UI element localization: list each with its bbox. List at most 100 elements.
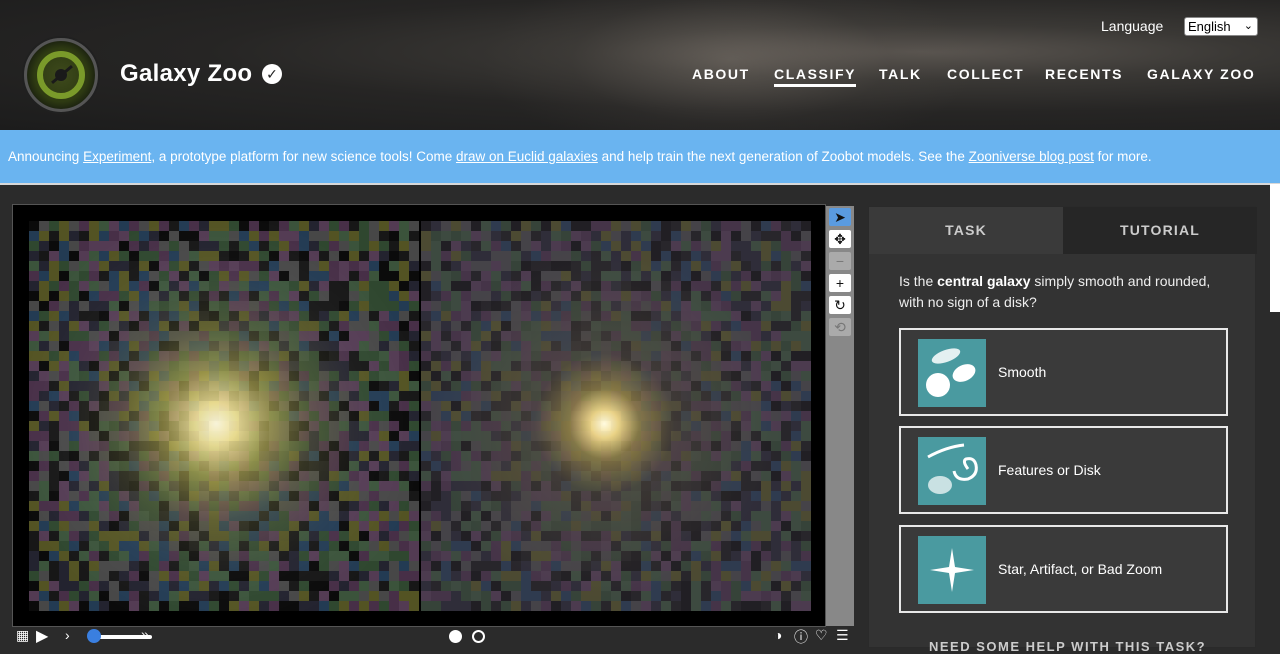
- reset-icon[interactable]: ⟲: [829, 318, 851, 336]
- noise-pixel: [349, 441, 359, 451]
- noise-pixel: [431, 571, 441, 581]
- noise-pixel: [69, 601, 79, 611]
- noise-pixel: [511, 381, 521, 391]
- noise-pixel: [551, 561, 561, 571]
- fast-forward-icon[interactable]: »: [141, 626, 149, 642]
- noise-pixel: [109, 561, 119, 571]
- noise-pixel: [199, 361, 209, 371]
- noise-pixel: [671, 371, 681, 381]
- noise-pixel: [149, 251, 159, 261]
- subject-viewer[interactable]: [12, 204, 826, 627]
- noise-pixel: [79, 391, 89, 401]
- noise-pixel: [89, 331, 99, 341]
- answer-features-button[interactable]: Features or Disk: [899, 426, 1228, 514]
- noise-pixel: [661, 481, 671, 491]
- noise-pixel: [671, 321, 681, 331]
- grid-icon[interactable]: ▦: [16, 627, 29, 644]
- blog-post-link[interactable]: Zooniverse blog post: [969, 149, 1094, 164]
- noise-pixel: [781, 421, 791, 431]
- noise-pixel: [681, 601, 691, 611]
- noise-pixel: [531, 251, 541, 261]
- banner-text-4: for more.: [1093, 149, 1152, 164]
- noise-pixel: [431, 271, 441, 281]
- noise-pixel: [269, 571, 279, 581]
- nav-recents[interactable]: RECENTS: [1045, 66, 1123, 82]
- nav-collect[interactable]: COLLECT: [947, 66, 1024, 82]
- experiment-link[interactable]: Experiment: [83, 149, 151, 164]
- noise-pixel: [691, 521, 701, 531]
- galaxy-zoo-logo[interactable]: [24, 38, 98, 112]
- nav-galaxy-zoo[interactable]: GALAXY ZOO: [1147, 66, 1255, 82]
- noise-pixel: [621, 261, 631, 271]
- project-title[interactable]: Galaxy Zoo: [120, 60, 252, 88]
- noise-pixel: [581, 441, 591, 451]
- noise-pixel: [711, 391, 721, 401]
- favorite-icon[interactable]: ♡: [815, 627, 828, 644]
- noise-pixel: [741, 591, 751, 601]
- need-help-link[interactable]: NEED SOME HELP WITH THIS TASK?: [929, 639, 1206, 654]
- noise-pixel: [661, 241, 671, 251]
- page-scrollbar[interactable]: [1270, 184, 1280, 312]
- answer-smooth-button[interactable]: Smooth: [899, 328, 1228, 416]
- noise-pixel: [501, 251, 511, 261]
- noise-pixel: [179, 481, 189, 491]
- noise-pixel: [701, 451, 711, 461]
- frame-dot-1[interactable]: [449, 630, 462, 643]
- noise-pixel: [771, 351, 781, 361]
- noise-pixel: [521, 341, 531, 351]
- noise-pixel: [159, 241, 169, 251]
- noise-pixel: [109, 451, 119, 461]
- noise-pixel: [149, 531, 159, 541]
- noise-pixel: [501, 491, 511, 501]
- nav-talk[interactable]: TALK: [879, 66, 922, 82]
- noise-pixel: [511, 281, 521, 291]
- noise-pixel: [29, 331, 39, 341]
- zoom-out-icon[interactable]: −: [829, 252, 851, 270]
- pointer-icon[interactable]: ➤: [829, 208, 851, 226]
- noise-pixel: [491, 311, 501, 321]
- noise-pixel: [39, 391, 49, 401]
- chevron-right-icon[interactable]: ›: [65, 627, 70, 643]
- noise-pixel: [751, 511, 761, 521]
- noise-pixel: [701, 281, 711, 291]
- rotate-icon[interactable]: ↻: [829, 296, 851, 314]
- answer-star-artifact-button[interactable]: Star, Artifact, or Bad Zoom: [899, 525, 1228, 613]
- info-icon[interactable]: ⓘ: [794, 627, 808, 647]
- language-select[interactable]: English ⌄: [1184, 17, 1258, 36]
- noise-pixel: [29, 441, 39, 451]
- zoom-in-icon[interactable]: +: [829, 274, 851, 292]
- noise-pixel: [511, 451, 521, 461]
- noise-pixel: [621, 291, 631, 301]
- frame-dot-2[interactable]: [472, 630, 485, 643]
- noise-pixel: [671, 331, 681, 341]
- speed-slider-knob[interactable]: [87, 629, 101, 643]
- move-icon[interactable]: ✥: [829, 230, 851, 248]
- noise-pixel: [299, 261, 309, 271]
- noise-pixel: [771, 591, 781, 601]
- noise-pixel: [761, 311, 771, 321]
- euclid-link[interactable]: draw on Euclid galaxies: [456, 149, 598, 164]
- noise-pixel: [339, 501, 349, 511]
- noise-pixel: [309, 461, 319, 471]
- nav-about[interactable]: ABOUT: [692, 66, 750, 82]
- collections-icon[interactable]: ☰: [836, 627, 849, 644]
- noise-pixel: [199, 501, 209, 511]
- noise-pixel: [561, 481, 571, 491]
- tab-tutorial[interactable]: TUTORIAL: [1063, 207, 1257, 254]
- noise-pixel: [451, 601, 461, 611]
- tab-task[interactable]: TASK: [869, 207, 1063, 254]
- noise-pixel: [119, 221, 129, 231]
- nav-classify[interactable]: CLASSIFY: [774, 66, 857, 87]
- noise-pixel: [691, 361, 701, 371]
- noise-pixel: [761, 491, 771, 501]
- noise-pixel: [149, 261, 159, 271]
- contrast-icon[interactable]: ◑: [774, 627, 782, 643]
- noise-pixel: [741, 291, 751, 301]
- play-icon[interactable]: ▶: [36, 626, 48, 646]
- noise-pixel: [461, 601, 471, 611]
- noise-pixel: [339, 431, 349, 441]
- noise-pixel: [451, 371, 461, 381]
- noise-pixel: [379, 221, 389, 231]
- noise-pixel: [421, 261, 431, 271]
- noise-pixel: [29, 511, 39, 521]
